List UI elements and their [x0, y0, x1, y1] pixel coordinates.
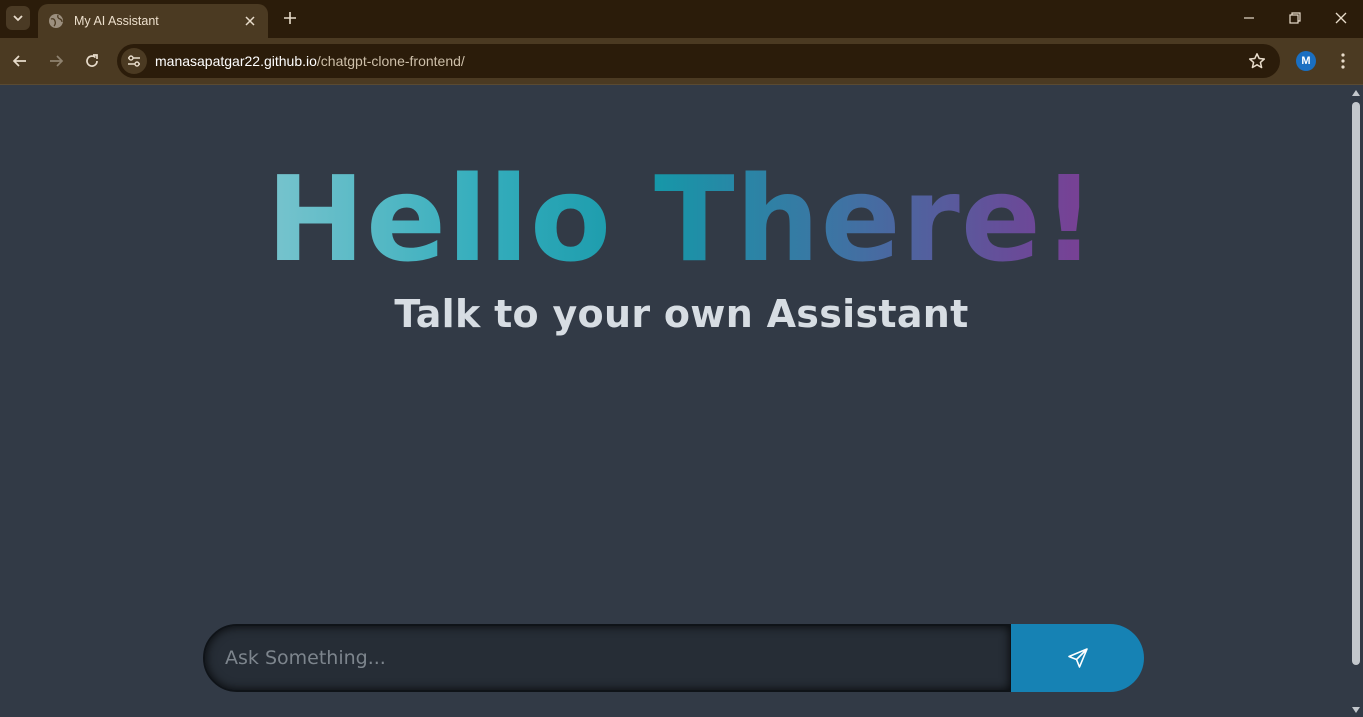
- close-icon: [1335, 12, 1347, 24]
- chat-composer: [203, 624, 1144, 692]
- minimize-icon: [1244, 17, 1254, 19]
- more-vertical-icon: [1341, 53, 1345, 69]
- close-window-button[interactable]: [1318, 0, 1363, 36]
- arrow-left-icon: [12, 55, 26, 67]
- address-bar[interactable]: manasapatgar22.github.io/chatgpt-clone-f…: [117, 44, 1280, 78]
- tune-icon: [128, 55, 140, 67]
- restore-button[interactable]: [1272, 0, 1318, 36]
- globe-icon: [48, 13, 64, 29]
- hero-word-there: There!: [654, 150, 1097, 288]
- restore-icon: [1289, 12, 1301, 24]
- reload-button[interactable]: [80, 49, 104, 73]
- plus-icon: [284, 12, 296, 24]
- page-scrollbar[interactable]: [1349, 86, 1363, 717]
- hero-word-hello: Hello: [266, 150, 613, 288]
- scrollbar-thumb[interactable]: [1352, 102, 1360, 665]
- send-button[interactable]: [1011, 624, 1144, 692]
- url-text: manasapatgar22.github.io/chatgpt-clone-f…: [155, 44, 465, 78]
- hero-subtitle: Talk to your own Assistant: [394, 292, 969, 336]
- url-host: manasapatgar22.github.io: [155, 53, 317, 69]
- reload-icon: [86, 54, 98, 67]
- tab-active[interactable]: My AI Assistant: [38, 4, 268, 38]
- tab-strip: My AI Assistant: [0, 0, 1363, 38]
- tab-title: My AI Assistant: [74, 14, 159, 28]
- url-path: /chatgpt-clone-frontend/: [316, 53, 465, 69]
- minimize-button[interactable]: [1226, 0, 1272, 36]
- tab-close-icon[interactable]: [242, 13, 258, 29]
- hero-title: Hello There!: [0, 154, 1363, 284]
- scroll-down-arrow-icon[interactable]: [1352, 706, 1360, 714]
- forward-button[interactable]: [44, 49, 68, 73]
- bookmark-star-icon[interactable]: [1248, 52, 1266, 70]
- scroll-up-arrow-icon[interactable]: [1352, 89, 1360, 97]
- back-button[interactable]: [8, 49, 32, 73]
- browser-toolbar: manasapatgar22.github.io/chatgpt-clone-f…: [0, 38, 1363, 85]
- send-icon: [1067, 648, 1088, 668]
- chat-page: Hello There! Talk to your own Assistant: [0, 86, 1349, 717]
- chevron-down-icon: [13, 15, 23, 22]
- site-info-button[interactable]: [121, 48, 147, 74]
- arrow-right-icon: [50, 55, 64, 67]
- prompt-input[interactable]: [203, 624, 1012, 692]
- browser-menu-button[interactable]: [1333, 51, 1353, 71]
- new-tab-button[interactable]: [280, 8, 300, 28]
- profile-avatar[interactable]: M: [1296, 51, 1316, 71]
- tab-search-button[interactable]: [6, 6, 30, 30]
